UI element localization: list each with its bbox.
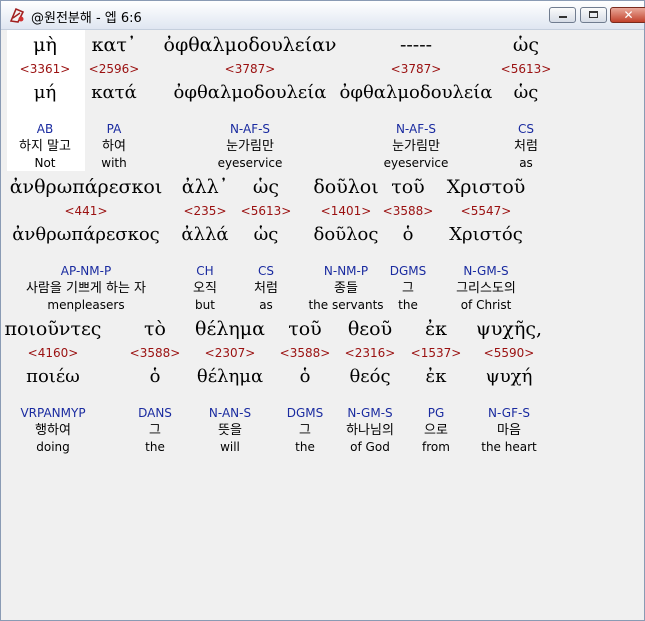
strong-number: <3787> (224, 62, 276, 76)
word-1-5[interactable]: ὡς <5613> ὡς CS 처럼 as (436, 30, 616, 172)
maximize-icon (589, 11, 598, 18)
analysis-panel: μὴ <3361> μή AB 하지 말고 Not κατ᾽ <2596> κατά PA 하여 wi… (5, 30, 640, 616)
close-button[interactable]: ✕ (610, 7, 645, 23)
korean-gloss: 처럼 (514, 139, 538, 154)
parsing-code: N-GM-S (463, 264, 509, 278)
lexical-form: ὀφθαλμοδουλεία (173, 82, 327, 103)
lexical-form: Χριστός (449, 224, 523, 245)
maximize-button[interactable] (580, 7, 607, 23)
lexical-form: ὡς (513, 82, 539, 103)
strong-number: <5613> (500, 62, 552, 76)
close-icon: ✕ (623, 8, 634, 22)
parsing-code: CS (518, 122, 534, 136)
app-window: @원전분해 - 엡 6:6 ✕ μὴ <3361> μή AB 하지 말고 Not κατ᾽… (0, 0, 645, 621)
english-gloss: as (519, 156, 533, 170)
greek-word: ψυχῆς, (475, 318, 543, 340)
parsing-code: N-AF-S (229, 122, 271, 136)
minimize-button[interactable] (549, 7, 576, 23)
parsing-code: N-GF-S (488, 406, 530, 420)
greek-word: Χριστοῦ (446, 176, 526, 198)
word-1-3[interactable]: ὀφθαλμοδουλείαν <3787> ὀφθαλμοδουλεία N-AF-… (160, 30, 340, 172)
minimize-icon (559, 16, 567, 18)
word-3-7[interactable]: ψυχῆς, <5590> ψυχή N-GF-S 마음 the heart (419, 314, 599, 456)
title-bar[interactable]: @원전분해 - 엡 6:6 ✕ (1, 1, 645, 30)
app-icon (9, 7, 25, 23)
word-2-6[interactable]: Χριστοῦ <5547> Χριστός N-GM-S 그리스도의 of Christ (396, 172, 576, 314)
strong-number: <5590> (483, 346, 535, 360)
greek-word: ὀφθαλμοδουλείαν (163, 34, 337, 56)
strong-number: <5547> (460, 204, 512, 218)
english-gloss: of Christ (460, 298, 512, 312)
greek-word: ὡς (512, 34, 540, 56)
english-gloss: the heart (481, 440, 537, 454)
korean-gloss: 눈가림만 (226, 139, 274, 154)
window-title: @원전분해 - 엡 6:6 (31, 11, 142, 26)
lexical-form: ψυχή (485, 366, 533, 387)
korean-gloss: 마음 (497, 423, 521, 438)
korean-gloss: 그리스도의 (456, 281, 516, 296)
english-gloss: eyeservice (217, 156, 283, 170)
